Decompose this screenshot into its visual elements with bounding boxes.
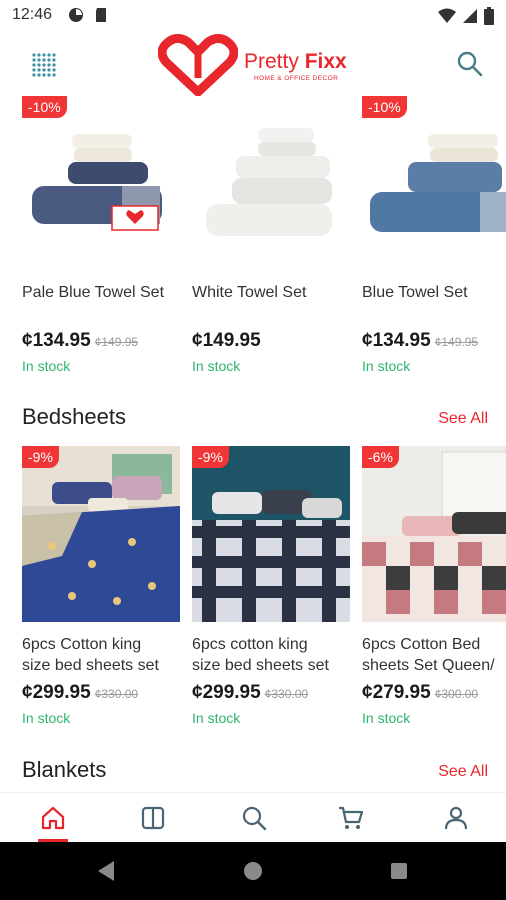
product-card[interactable]: -6% 6pcs Cotton Bed sheets Set Queen/ ¢2… [362,446,506,730]
home-circle-icon[interactable] [243,861,263,881]
product-old-price: ¢300.00 [434,687,479,701]
discount-badge: -6% [362,446,399,468]
stock-status: In stock [22,358,71,374]
status-bar: 12:46 [0,0,506,32]
product-image: -9% [192,446,350,622]
discount-badge: -9% [22,446,59,468]
product-card[interactable]: -10% Pale Blue Towel Set ¢134.95 ¢149.95 … [22,96,180,386]
product-old-price: ¢149.95 [94,335,139,349]
product-card[interactable]: -10% Blue Towel Set ¢134.95 ¢149.95 In st… [362,96,506,386]
search-icon [242,806,267,831]
heart-logo-icon [158,34,238,96]
home-icon [41,806,65,830]
nav-catalog[interactable] [122,793,182,843]
product-card[interactable]: -9% 6pcs cotton king size bed sheets set… [192,446,350,730]
product-old-price: ¢330.00 [264,687,309,701]
stock-status: In stock [192,710,241,726]
product-price: ¢299.95 [192,682,261,703]
product-image [192,96,350,266]
signal-icon [463,9,477,23]
bedsheet-products-row: -9% 6pcs Cotton king size bed sheets set… [0,446,506,730]
product-name-line2: sheets Set Queen/ [362,657,495,674]
product-image: -6% [362,446,506,622]
data-saver-icon [69,8,83,22]
discount-badge: -10% [362,96,407,118]
towel-products-row: -10% Pale Blue Towel Set ¢134.95 ¢149.95 … [0,96,506,386]
product-name-line1: 6pcs Cotton Bed [362,636,481,653]
brand-logo[interactable]: Pretty Fixx HOME & OFFICE DECOR [158,34,358,98]
product-old-price: ¢149.95 [434,335,479,349]
product-price: ¢299.95 [22,682,91,703]
menu-button[interactable] [28,50,60,78]
back-icon[interactable] [96,860,116,882]
section-title-bedsheets: Bedsheets [22,404,126,429]
product-name: White Towel Set [192,284,307,301]
brand-tagline: HOME & OFFICE DECOR [254,75,339,82]
product-card[interactable]: -9% 6pcs Cotton king size bed sheets set… [22,446,180,730]
stock-status: In stock [362,710,411,726]
product-name: Blue Towel Set [362,284,468,301]
product-name-line2: size bed sheets set [192,657,329,674]
product-name-line1: 6pcs cotton king [192,636,308,653]
product-old-price: ¢330.00 [94,687,139,701]
stock-status: In stock [22,710,71,726]
discount-badge: -9% [192,446,229,468]
nav-account[interactable] [425,793,485,843]
wifi-icon [438,8,456,23]
see-all-bedsheets-link[interactable]: See All [438,410,488,428]
product-image: -10% [22,96,180,266]
header-search-button[interactable] [456,50,486,80]
sd-card-icon [96,8,106,22]
product-image: -9% [22,446,180,622]
recents-icon[interactable] [390,862,408,880]
product-name-line1: 6pcs Cotton king [22,636,142,653]
nav-home[interactable] [22,793,82,843]
product-price: ¢134.95 [362,330,431,351]
stock-status: In stock [362,358,411,374]
product-price: ¢279.95 [362,682,431,703]
product-card[interactable]: White Towel Set ¢149.95 In stock [192,96,350,386]
brand-name: Pretty Fixx [244,50,347,73]
status-time: 12:46 [12,6,53,23]
product-name-line2: size bed sheets set [22,657,159,674]
cart-icon [339,806,364,829]
product-name: Pale Blue Towel Set [22,284,165,301]
account-icon [444,806,468,830]
section-title-blankets: Blankets [22,757,107,782]
catalog-icon [141,806,165,830]
product-image: -10% [362,96,506,266]
battery-icon [484,7,494,25]
app-header: Pretty Fixx HOME & OFFICE DECOR [0,32,506,96]
bottom-navigation [0,792,506,842]
nav-search[interactable] [223,793,283,843]
nav-cart[interactable] [320,793,380,843]
product-price: ¢134.95 [22,330,91,351]
search-icon [457,51,483,77]
product-price: ¢149.95 [192,330,261,351]
discount-badge: -10% [22,96,67,118]
see-all-blankets-link[interactable]: See All [438,763,488,781]
stock-status: In stock [192,358,241,374]
grid-menu-icon [32,53,56,77]
system-navigation-bar [0,842,506,900]
